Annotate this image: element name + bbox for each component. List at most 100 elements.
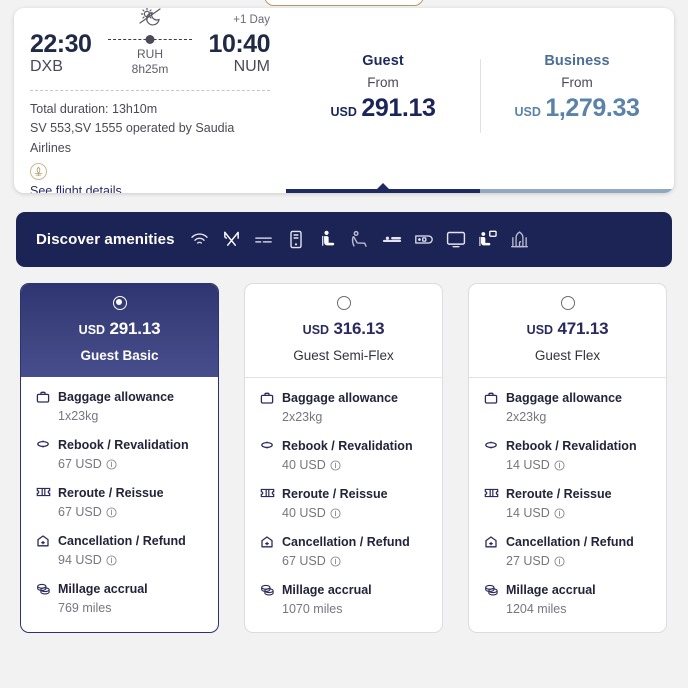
- amenities-icon-list: [189, 229, 531, 251]
- feature-value: 27 USD: [506, 554, 550, 568]
- departure-airport-code: DXB: [30, 58, 63, 76]
- total-duration: Total duration: 13h10m: [30, 102, 158, 116]
- tab-indicator-business: [480, 189, 674, 193]
- feature-value: 2x23kg: [506, 410, 547, 424]
- flight-itinerary: 22:30 DXB RUH 8h25m +1 Day 10:40 NUM Tot…: [14, 8, 286, 193]
- feature-label: Cancellation / Refund: [58, 534, 186, 548]
- tab-business[interactable]: Business From USD 1,279.33: [480, 53, 674, 193]
- info-icon[interactable]: [554, 459, 565, 471]
- tab-guest-currency: USD: [330, 105, 357, 119]
- feature-value: 40 USD: [282, 506, 326, 520]
- feature-value-wrap: 67 USD: [58, 505, 164, 519]
- feature-label: Reroute / Reissue: [506, 487, 612, 501]
- fare-amount: 316.13: [333, 319, 385, 338]
- feature-row: Reroute / Reissue 14 USD: [481, 485, 654, 520]
- feature-value-wrap: 67 USD: [58, 457, 189, 471]
- amenities-bar[interactable]: Discover amenities: [16, 212, 672, 267]
- feature-row: Reroute / Reissue 40 USD: [257, 485, 430, 520]
- plus-day-badge: +1 Day: [233, 14, 270, 26]
- top-cutoff-pill[interactable]: [264, 0, 424, 6]
- miles-coins-icon: [481, 581, 501, 616]
- segment-duration: 8h25m: [131, 62, 169, 76]
- fare-header[interactable]: USD 316.13 Guest Semi-Flex: [245, 284, 442, 378]
- info-icon[interactable]: [106, 554, 117, 566]
- fare-feature-list: Baggage allowance 2x23kg Rebook / Revali…: [469, 378, 666, 632]
- info-icon[interactable]: [554, 555, 565, 567]
- feature-value: 67 USD: [58, 457, 102, 471]
- baggage-icon: [481, 389, 501, 424]
- feature-label: Cancellation / Refund: [282, 535, 410, 549]
- fare-card-guest-basic[interactable]: USD 291.13 Guest Basic Baggage allowance…: [20, 283, 219, 633]
- feature-value-wrap: 769 miles: [58, 601, 148, 615]
- tab-business-price: USD 1,279.33: [480, 94, 674, 123]
- baggage-icon: [257, 389, 277, 424]
- feature-value-wrap: 14 USD: [506, 506, 612, 520]
- tab-indicator-bar: [286, 183, 674, 193]
- info-icon[interactable]: [106, 506, 117, 518]
- feature-value: 14 USD: [506, 458, 550, 472]
- fare-radio-unselected[interactable]: [336, 296, 351, 310]
- feature-row: Reroute / Reissue 67 USD: [33, 484, 206, 519]
- prayer-room-icon: [509, 229, 531, 251]
- seat-recline-icon: [349, 229, 371, 251]
- feature-value: 769 miles: [58, 601, 112, 615]
- info-icon[interactable]: [554, 507, 565, 519]
- fare-header[interactable]: USD 291.13 Guest Basic: [21, 284, 218, 377]
- info-icon[interactable]: [330, 459, 341, 471]
- fare-name: Guest Semi-Flex: [293, 348, 394, 363]
- tab-guest-price: USD 291.13: [286, 94, 480, 123]
- fare-amount: 471.13: [557, 319, 609, 338]
- cancellation-icon: [257, 533, 277, 568]
- feature-label: Millage accrual: [282, 583, 372, 597]
- feature-value: 94 USD: [58, 553, 102, 567]
- tab-guest-label: Guest: [362, 53, 404, 69]
- info-icon[interactable]: [106, 458, 117, 470]
- route-line: [106, 33, 194, 47]
- cabin-tabs: Guest From USD 291.13 Business From USD …: [286, 8, 674, 193]
- entertainment-screen-icon: [445, 229, 467, 251]
- fare-name: Guest Flex: [534, 348, 601, 363]
- amenities-title: Discover amenities: [36, 231, 175, 248]
- departure-time: 22:30: [30, 29, 92, 58]
- feature-value: 67 USD: [58, 505, 102, 519]
- feature-row: Millage accrual 1204 miles: [481, 581, 654, 616]
- tab-indicator-guest: [286, 183, 480, 193]
- flight-summary-card: 22:30 DXB RUH 8h25m +1 Day 10:40 NUM Tot…: [14, 8, 674, 193]
- stopover-dot: [145, 35, 155, 44]
- seat-upright-icon: [317, 229, 339, 251]
- overnight-flight-icon: [138, 8, 162, 34]
- summary-divider: [30, 90, 270, 91]
- fare-card-guest-semi-flex[interactable]: USD 316.13 Guest Semi-Flex Baggage allow…: [244, 283, 443, 633]
- fare-header[interactable]: USD 471.13 Guest Flex: [469, 284, 666, 378]
- feature-value: 1070 miles: [282, 602, 343, 616]
- power-outlet-icon: [253, 229, 275, 251]
- feature-row: Baggage allowance 2x23kg: [257, 389, 430, 424]
- tab-business-currency: USD: [514, 105, 541, 119]
- fare-radio-selected[interactable]: [112, 296, 127, 310]
- fare-radio-unselected[interactable]: [560, 296, 575, 310]
- feature-row: Baggage allowance 2x23kg: [481, 389, 654, 424]
- info-icon[interactable]: [330, 507, 341, 519]
- fare-feature-list: Baggage allowance 2x23kg Rebook / Revali…: [245, 378, 442, 632]
- fare-price: USD 316.13: [255, 319, 432, 339]
- miles-coins-icon: [33, 580, 53, 615]
- airline-logo-icon: [30, 163, 47, 181]
- tab-guest[interactable]: Guest From USD 291.13: [286, 53, 480, 193]
- feature-value: 1204 miles: [506, 602, 567, 616]
- fare-options-list: USD 291.13 Guest Basic Baggage allowance…: [20, 283, 668, 633]
- feature-row: Cancellation / Refund 27 USD: [481, 533, 654, 568]
- departure-block: 22:30 DXB: [30, 31, 106, 78]
- feature-value-wrap: 40 USD: [282, 506, 388, 520]
- fare-card-guest-flex[interactable]: USD 471.13 Guest Flex Baggage allowance …: [468, 283, 667, 633]
- info-icon[interactable]: [330, 555, 341, 567]
- see-flight-details-link[interactable]: See flight details: [30, 184, 122, 193]
- fare-currency: USD: [78, 323, 106, 337]
- tab-guest-amount: 291.13: [361, 94, 436, 122]
- arrival-time: 10:40: [208, 29, 271, 58]
- baggage-icon: [33, 388, 53, 423]
- feature-label: Cancellation / Refund: [506, 535, 634, 549]
- fare-feature-list: Baggage allowance 1x23kg Rebook / Revali…: [21, 377, 218, 631]
- seat-with-screen-icon: [477, 229, 499, 251]
- fare-price: USD 291.13: [31, 319, 208, 339]
- feature-value-wrap: 67 USD: [282, 554, 410, 568]
